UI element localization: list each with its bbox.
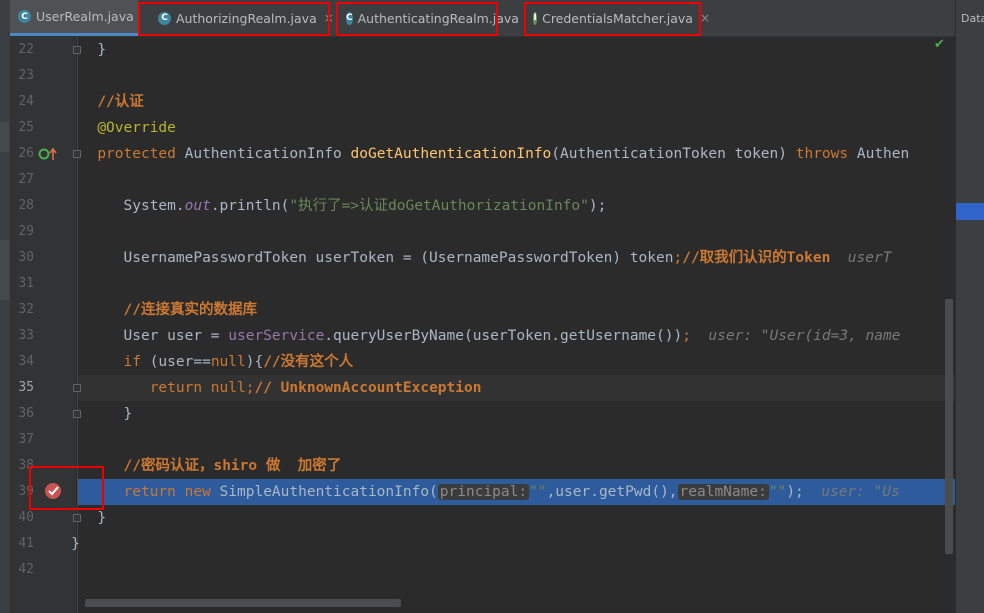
close-icon[interactable]: × bbox=[700, 11, 710, 25]
left-strip-marker bbox=[0, 240, 9, 300]
class-icon: C bbox=[18, 10, 31, 23]
code-line-22: } bbox=[97, 42, 107, 58]
check-icon: ✔ bbox=[934, 37, 945, 52]
param-hint-realmname: realmName: bbox=[677, 484, 769, 500]
code-line-32: //连接真实的数据库 bbox=[123, 302, 257, 318]
line-number: 29 bbox=[18, 224, 34, 239]
tab-userrealm[interactable]: C UserRealm.java bbox=[10, 0, 138, 36]
code-line-38: //密码认证，shiro 做 加密了 bbox=[123, 458, 342, 474]
data-panel-label[interactable]: Data bbox=[961, 12, 984, 25]
left-strip-marker bbox=[0, 122, 9, 152]
tab-label: UserRealm.java bbox=[36, 9, 134, 24]
panel-selection bbox=[956, 203, 984, 220]
highlight-box bbox=[336, 2, 498, 36]
code-editor[interactable]: 22 23 24 25 26 27 28 29 30 31 32 33 34 3… bbox=[10, 37, 955, 613]
code-line-36: } bbox=[123, 406, 133, 422]
code-line-30: UsernamePasswordToken userToken = (Usern… bbox=[123, 250, 892, 266]
code-line-25: @Override bbox=[97, 120, 176, 136]
param-hint-principal: principal: bbox=[437, 484, 530, 500]
code-line-24: //认证 bbox=[97, 94, 144, 110]
right-tool-panel: Data bbox=[955, 0, 984, 613]
line-number: 37 bbox=[18, 432, 34, 447]
line-number: 27 bbox=[18, 172, 34, 187]
highlight-box bbox=[138, 2, 330, 36]
horizontal-scrollbar[interactable] bbox=[85, 599, 401, 607]
highlight-box bbox=[524, 2, 701, 36]
line-number: 23 bbox=[18, 68, 34, 83]
code-line-39: return new SimpleAuthenticationInfo(prin… bbox=[123, 484, 900, 500]
code-line-33: User user = userService.queryUserByName(… bbox=[123, 328, 901, 344]
code-line-35: return null;// UnknownAccountException bbox=[149, 380, 482, 396]
vertical-scrollbar[interactable] bbox=[945, 299, 953, 554]
line-number: 31 bbox=[18, 276, 34, 291]
line-number: 42 bbox=[18, 562, 34, 577]
code-line-28: System.out.println("执行了=>认证doGetAuthoriz… bbox=[123, 198, 607, 214]
code-line-40: } bbox=[97, 510, 107, 526]
code-line-26: protected AuthenticationInfo doGetAuthen… bbox=[97, 146, 910, 162]
code-line-41: } bbox=[71, 536, 80, 552]
code-line-34: if (user==null){//没有这个人 bbox=[123, 354, 354, 370]
